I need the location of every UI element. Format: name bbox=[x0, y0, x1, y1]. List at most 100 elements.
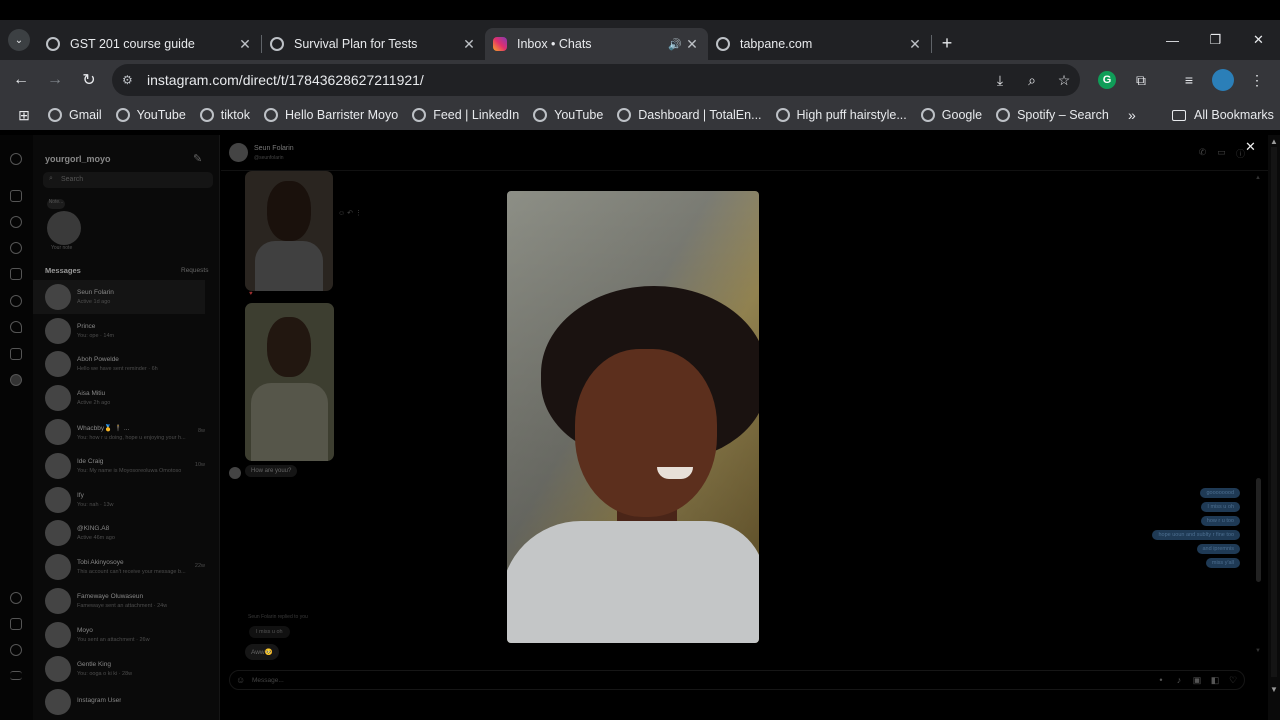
media-control-icon[interactable]: ≡ bbox=[1172, 72, 1206, 88]
requests-link[interactable]: Requests bbox=[181, 267, 208, 274]
message-composer[interactable]: ☺ Message... • ♪ ▣ ◧ ♡ bbox=[229, 670, 1245, 690]
menu-icon[interactable]: ⋮ bbox=[1240, 72, 1274, 89]
message-input[interactable]: Message... bbox=[252, 677, 284, 684]
close-viewer-button[interactable]: ✕ bbox=[1245, 139, 1256, 155]
extensions-icon[interactable]: ⧉ bbox=[1124, 72, 1158, 89]
new-tab-button[interactable]: + bbox=[932, 27, 962, 59]
conversation-item[interactable]: Tobi Akinyosoye This account can't receiv… bbox=[33, 550, 205, 584]
activity-icon[interactable] bbox=[10, 644, 22, 656]
more-bookmarks-button[interactable]: » bbox=[1128, 107, 1136, 123]
tab-close-icon[interactable]: ✕ bbox=[907, 36, 923, 53]
scroll-up-arrow[interactable]: ▲ bbox=[1270, 137, 1278, 146]
forward-button[interactable]: → bbox=[38, 71, 72, 89]
bookmark-linkedin[interactable]: Feed | LinkedIn bbox=[412, 108, 519, 122]
more-menu-icon[interactable] bbox=[10, 671, 22, 680]
all-bookmarks-button[interactable]: All Bookmarks bbox=[1172, 108, 1274, 122]
bookmark-tiktok[interactable]: tiktok bbox=[199, 108, 250, 122]
zoom-icon[interactable]: ⌕ bbox=[1016, 72, 1048, 89]
conversation-item[interactable]: Aisa Mitiu Active 2h ago bbox=[33, 381, 205, 415]
tab-survival-plan[interactable]: Survival Plan for Tests ✕ bbox=[262, 28, 485, 60]
sent-message[interactable]: miss y'all bbox=[1205, 558, 1240, 568]
sent-message[interactable]: I miss u oh bbox=[1201, 502, 1240, 512]
tab-search-button[interactable]: ⌄ bbox=[0, 20, 38, 60]
conversation-item[interactable]: Gentle King You: ooga o ki ki · 28w bbox=[33, 652, 205, 686]
tab-close-icon[interactable]: ✕ bbox=[684, 36, 700, 53]
chat-scrollbar[interactable]: ▲ ▼ bbox=[1254, 175, 1263, 655]
explore-icon[interactable] bbox=[10, 242, 22, 254]
sent-message[interactable]: how r u too bbox=[1200, 516, 1240, 526]
close-window-button[interactable]: ✕ bbox=[1237, 20, 1280, 60]
address-bar[interactable]: ⚙ instagram.com/direct/t/178436286272119… bbox=[112, 64, 1080, 96]
tab-gst-course-guide[interactable]: GST 201 course guide ✕ bbox=[38, 28, 261, 60]
instagram-logo-icon[interactable] bbox=[10, 153, 22, 165]
reels-icon[interactable] bbox=[10, 268, 22, 280]
conversation-item[interactable]: Aboh Powelde Hello we have sent reminder … bbox=[33, 348, 205, 382]
microphone-icon[interactable]: ♪ bbox=[1170, 675, 1188, 686]
bookmark-youtube[interactable]: YouTube bbox=[115, 108, 186, 122]
bookmark-hairstyle[interactable]: High puff hairstyle... bbox=[775, 108, 907, 122]
home-icon[interactable] bbox=[10, 190, 22, 202]
video-call-icon[interactable]: ▭ bbox=[1212, 147, 1231, 160]
video-viewer[interactable] bbox=[507, 191, 759, 643]
received-message[interactable]: How are youu? bbox=[245, 465, 298, 477]
profile-avatar[interactable] bbox=[1212, 69, 1234, 91]
conversation-item[interactable]: Moyo You sent an attachment · 26w bbox=[33, 618, 205, 652]
conversation-item[interactable]: Seun Folarin Active 1d ago bbox=[33, 280, 205, 314]
message-actions-icon[interactable]: ☺ ↶ ⋮ bbox=[338, 209, 362, 217]
conversation-item[interactable]: Ify You: nah · 13w bbox=[33, 483, 205, 517]
scrollbar-track[interactable] bbox=[1271, 147, 1277, 677]
bookmark-youtube-2[interactable]: YouTube bbox=[533, 108, 603, 122]
shared-video-thumbnail[interactable] bbox=[245, 303, 334, 461]
profile-icon[interactable] bbox=[10, 374, 22, 386]
inbox-search-input[interactable]: ⌕ Search bbox=[43, 172, 213, 188]
heart-icon[interactable] bbox=[10, 321, 22, 333]
tab-close-icon[interactable]: ✕ bbox=[237, 36, 253, 53]
tab-inbox-chats[interactable]: Inbox • Chats 🔊 ✕ bbox=[485, 28, 708, 60]
bookmark-dashboard[interactable]: Dashboard | TotalEn... bbox=[617, 108, 762, 122]
scrollbar-thumb[interactable] bbox=[1256, 478, 1261, 582]
messenger-icon[interactable] bbox=[10, 295, 22, 307]
url-text[interactable]: instagram.com/direct/t/17843628627211921… bbox=[147, 72, 984, 88]
speaker-icon[interactable]: 🔊 bbox=[666, 38, 684, 51]
reply-quote[interactable]: I miss u oh bbox=[249, 626, 290, 638]
create-icon[interactable] bbox=[10, 348, 22, 360]
restore-button[interactable]: ❐ bbox=[1194, 20, 1237, 60]
bookmark-gmail[interactable]: Gmail bbox=[48, 108, 102, 122]
conversation-item[interactable]: Famewaye Oluwaseun Famewaye sent an attac… bbox=[33, 584, 205, 618]
heart-icon[interactable]: ♡ bbox=[1224, 675, 1242, 686]
tab-tabpane[interactable]: tabpane.com ✕ bbox=[708, 28, 931, 60]
conversation-item[interactable]: @KING.A8 Active 46m ago bbox=[33, 517, 205, 551]
bookmark-hello-barrister[interactable]: Hello Barrister Moyo bbox=[263, 108, 398, 122]
search-icon[interactable] bbox=[10, 216, 22, 228]
apps-grid-icon[interactable]: ⊞ bbox=[0, 107, 48, 124]
account-username[interactable]: yourgorl_moyo bbox=[45, 154, 111, 164]
conversation-item[interactable]: Prince You: ope · 14m bbox=[33, 314, 205, 348]
emoji-icon[interactable]: ☺ bbox=[236, 675, 245, 685]
scroll-down-arrow[interactable]: ▼ bbox=[1255, 648, 1261, 654]
your-note[interactable]: Note... Your note bbox=[45, 197, 81, 251]
install-app-icon[interactable]: ⤓ bbox=[984, 72, 1016, 89]
contact-name[interactable]: Seun Folarin bbox=[254, 145, 294, 152]
bookmark-star-icon[interactable]: ☆ bbox=[1048, 72, 1080, 89]
phone-icon[interactable]: ✆ bbox=[1193, 147, 1212, 160]
reload-button[interactable]: ↻ bbox=[72, 70, 106, 90]
meta-icon[interactable] bbox=[10, 618, 22, 630]
grammarly-icon[interactable]: G bbox=[1098, 71, 1116, 89]
image-icon[interactable]: ▣ bbox=[1188, 675, 1206, 686]
scroll-up-arrow[interactable]: ▲ bbox=[1255, 175, 1261, 181]
tab-close-icon[interactable]: ✕ bbox=[461, 36, 477, 53]
minimize-button[interactable]: — bbox=[1151, 20, 1194, 60]
sent-message[interactable]: and ipremnis bbox=[1196, 544, 1240, 554]
scroll-down-arrow[interactable]: ▼ bbox=[1270, 685, 1278, 694]
page-scrollbar[interactable]: ▲ ▼ bbox=[1268, 135, 1280, 720]
received-message[interactable]: Aww🥺 bbox=[245, 644, 279, 660]
bookmark-spotify[interactable]: Spotify – Search bbox=[996, 108, 1109, 122]
threads-icon[interactable] bbox=[10, 592, 22, 604]
shared-photo-thumbnail[interactable] bbox=[245, 171, 333, 291]
sent-message[interactable]: hope uoun and sublty r fine too bbox=[1152, 530, 1240, 540]
conversation-item[interactable]: Ide Craig You: My name is Moyosoreoluwa O… bbox=[33, 449, 205, 483]
site-info-icon[interactable]: ⚙ bbox=[122, 73, 142, 87]
bookmark-google[interactable]: Google bbox=[920, 108, 982, 122]
back-button[interactable]: ← bbox=[4, 71, 38, 89]
compose-icon[interactable]: ✎ bbox=[193, 152, 202, 165]
